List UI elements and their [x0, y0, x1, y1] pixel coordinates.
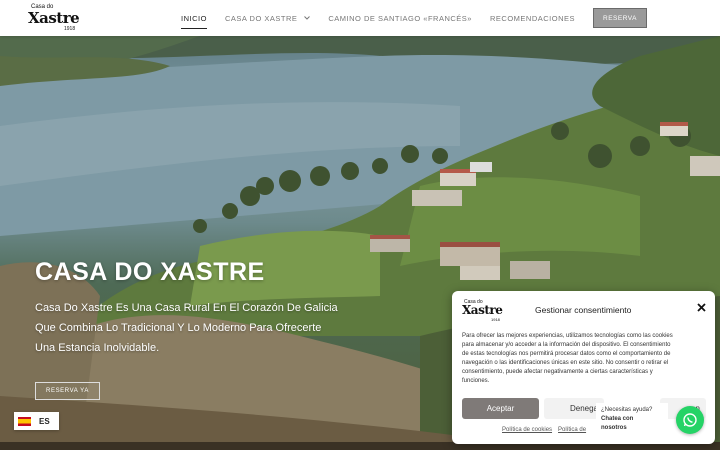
nav-item-label: CASA DO XASTRE — [224, 13, 298, 23]
hero-description-line: Una Estancia Inolvidable. — [35, 342, 160, 354]
accept-button[interactable]: Aceptar — [462, 398, 539, 419]
site-header: Casa do Xastre 1918 INICIO CASA DO XASTR… — [0, 0, 720, 36]
whatsapp-cta-line: Chatea con — [601, 416, 634, 422]
consent-body-line: Para ofrecer las mejores experiencias, u… — [462, 333, 673, 339]
consent-body-line: para almacenar y/o acceder a la informac… — [462, 341, 671, 348]
consent-logo: Casa do Xastre 1918 — [462, 299, 503, 322]
privacy-policy-link[interactable]: Política de — [558, 427, 586, 433]
cookie-policy-link[interactable]: Política de cookies — [502, 427, 552, 433]
spain-flag-icon — [18, 416, 31, 426]
logo-main-text: Xastre — [462, 303, 503, 317]
logo-year: 1918 — [491, 317, 500, 322]
nav-item-label: INICIO — [181, 13, 207, 23]
whatsapp-icon[interactable] — [676, 406, 704, 434]
consent-body-line: navegación o las identificaciones únicas… — [462, 359, 669, 366]
deny-button[interactable]: Denega — [544, 398, 604, 419]
hero-description: Casa Do Xastre Es Una Casa Rural En El C… — [35, 298, 345, 358]
whatsapp-cta-line: nosotros — [601, 425, 627, 431]
reserve-button[interactable]: RESERVA — [593, 8, 647, 28]
consent-body-line: de estas tecnologías nos permitirá proce… — [462, 350, 671, 357]
nav-item-label: RECOMENDACIONES — [489, 13, 575, 23]
hero-description-line: Que Combina Lo Tradicional Y Lo Moderno … — [35, 322, 322, 334]
hero-description-line: Casa Do Xastre Es Una Casa Rural En El C… — [35, 302, 338, 314]
hero-title: CASA DO XASTRE — [35, 258, 265, 286]
whatsapp-question: ¿Necesitas ayuda? — [601, 407, 653, 413]
nav-item-camino-de-santiago[interactable]: CAMINO DE SANTIAGO «FRANCÉS» — [328, 14, 472, 23]
logo-year: 1918 — [64, 26, 76, 32]
consent-body-line: funciones. — [462, 377, 490, 384]
nav-item-label: CAMINO DE SANTIAGO «FRANCÉS» — [328, 13, 472, 23]
reserve-button-label: RESERVA — [603, 14, 637, 22]
consent-body-text: Para ofrecer las mejores experiencias, u… — [462, 332, 708, 385]
site-logo[interactable]: Casa do Xastre 1918 — [28, 4, 80, 32]
consent-title: Gestionar consentimiento — [535, 305, 632, 315]
chevron-down-icon — [304, 15, 311, 22]
nav-item-inicio[interactable]: INICIO — [181, 13, 207, 29]
close-icon[interactable] — [697, 302, 706, 314]
nav-item-casa-do-xastre[interactable]: CASA DO XASTRE — [224, 13, 311, 23]
nav-item-recomendaciones[interactable]: RECOMENDACIONES — [490, 14, 575, 23]
main-nav: INICIO CASA DO XASTRE CAMINO DE SANTIAGO… — [181, 0, 720, 36]
reserve-now-button[interactable]: RESERVA YA — [35, 382, 100, 400]
whatsapp-chat-bubble[interactable]: ¿Necesitas ayuda? Chatea con nosotros — [596, 403, 668, 437]
language-selector[interactable]: ES — [14, 412, 59, 430]
reserve-now-label: RESERVA YA — [46, 388, 89, 394]
logo-main-text: Xastre — [28, 9, 80, 27]
language-code: ES — [39, 416, 50, 426]
consent-links: Política de cookies Política de — [502, 427, 592, 433]
accept-button-label: Aceptar — [486, 404, 515, 413]
deny-button-label: Denega — [569, 404, 598, 413]
consent-body-line: consentimiento, puede afectar negativame… — [462, 368, 653, 375]
